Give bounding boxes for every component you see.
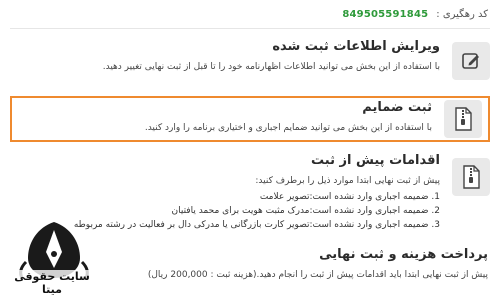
pre-registration-title: اقدامات پیش از ثبت bbox=[311, 153, 440, 168]
attachments-desc: با استفاده از این بخش می توانید ضمایم اج… bbox=[144, 123, 432, 133]
edit-info-title[interactable]: ویرایش اطلاعات ثبت شده bbox=[10, 38, 440, 56]
attachments-section[interactable]: ثبت ضمایم با استفاده از این بخش می توانی… bbox=[10, 96, 490, 142]
tracking-label: کد رهگیری : bbox=[436, 9, 488, 20]
list-item: 2. ضمیمه اجباری وارد نشده است:مدرک مثبت … bbox=[171, 206, 440, 216]
edit-info-section[interactable]: ویرایش اطلاعات ثبت شده با استفاده از این… bbox=[10, 38, 490, 84]
zip-file-icon bbox=[452, 158, 490, 196]
zip-file-icon bbox=[444, 100, 482, 138]
tracking-bar: کد رهگیری : 849505591845 bbox=[342, 9, 488, 20]
watermark-text: سایت حقوقی میتا bbox=[6, 270, 98, 296]
pre-registration-intro: پیش از ثبت نهایی ابتدا موارد ذیل را برطر… bbox=[255, 176, 440, 186]
pencil-edit-icon bbox=[452, 42, 490, 80]
tracking-code: 849505591845 bbox=[342, 9, 429, 20]
list-item: 1. ضمیمه اجباری وارد نشده است:تصویر علام… bbox=[259, 192, 440, 202]
attachments-title[interactable]: ثبت ضمایم bbox=[12, 99, 432, 117]
divider bbox=[10, 28, 490, 29]
edit-info-desc: با استفاده از این بخش می توانید اطلاعات … bbox=[102, 62, 440, 72]
